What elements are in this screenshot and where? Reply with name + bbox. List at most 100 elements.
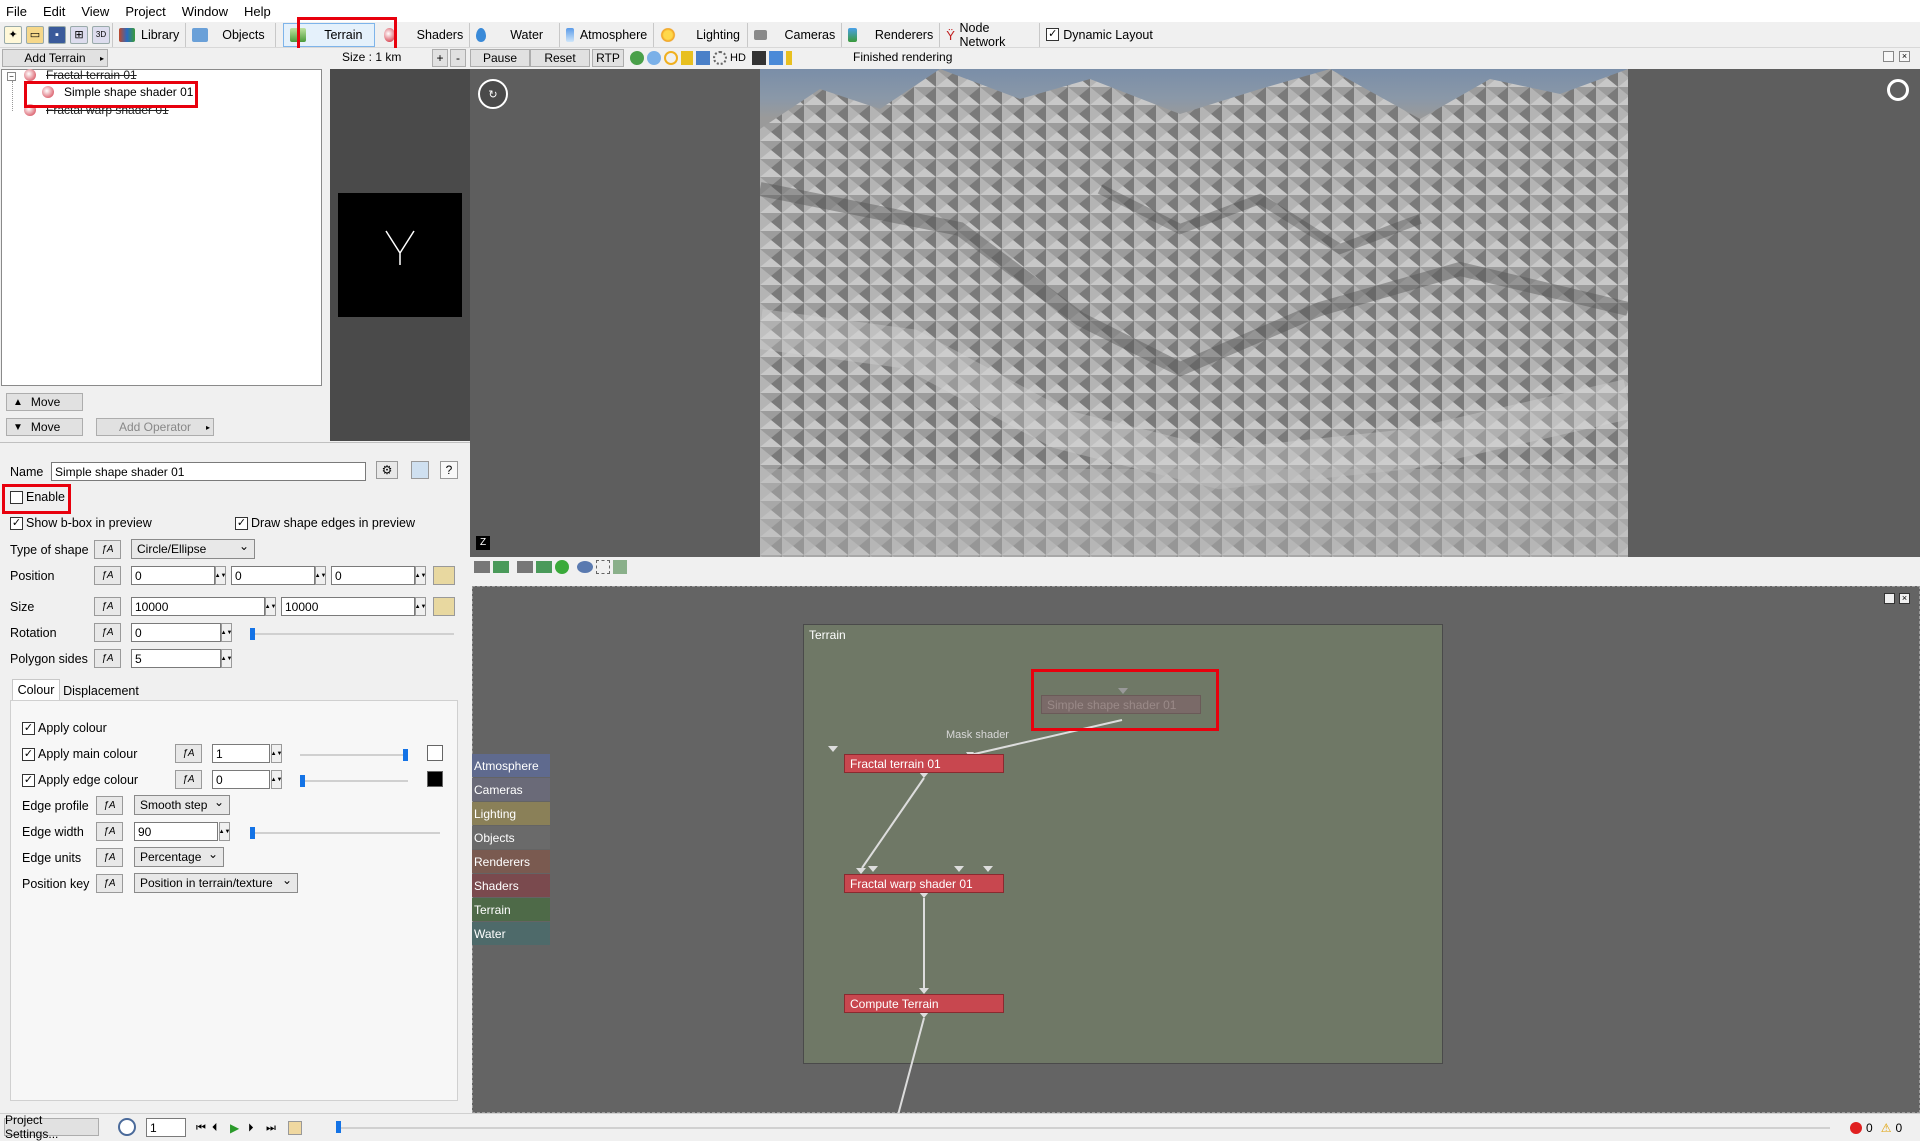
main-colour-slider-track[interactable] <box>300 754 408 756</box>
close-window-icon[interactable]: × <box>1899 51 1910 62</box>
clock-icon[interactable] <box>118 1118 136 1136</box>
tab-shaders[interactable]: Shaders <box>378 22 471 47</box>
position-x-field[interactable]: 0 <box>131 566 215 585</box>
name-field[interactable]: Simple shape shader 01 <box>51 462 366 481</box>
restore-window-icon[interactable] <box>1883 51 1894 62</box>
render-small-icon[interactable] <box>493 561 509 573</box>
category-atmosphere[interactable]: Atmosphere <box>472 754 550 777</box>
add-operator-button[interactable]: Add Operator ▸ <box>96 418 214 436</box>
tree-item-fractal-terrain[interactable]: Fractal terrain 01 <box>24 68 137 82</box>
tab-objects[interactable]: Objects <box>186 22 277 47</box>
frame-field[interactable]: 1 <box>146 1118 186 1137</box>
position-z-field[interactable]: 0 <box>331 566 415 585</box>
category-objects[interactable]: Objects <box>472 826 550 849</box>
edge-width-slider-thumb[interactable] <box>250 827 255 839</box>
rotation-function-icon[interactable]: ƒA <box>94 623 121 642</box>
close-panel-icon[interactable]: × <box>1899 593 1910 604</box>
edge-profile-dropdown[interactable]: Smooth step <box>134 795 230 815</box>
draw-edges-checkbox[interactable]: ✓ <box>235 517 248 530</box>
dynamic-layout-checkbox[interactable]: ✓ <box>1046 28 1060 41</box>
category-renderers[interactable]: Renderers <box>472 850 550 873</box>
pause-button[interactable]: Pause <box>470 49 530 67</box>
position-x-spinner[interactable]: ▲▼ <box>215 566 226 585</box>
reset-button[interactable]: Reset <box>530 49 590 67</box>
polygon-function-icon[interactable]: ƒA <box>94 649 121 668</box>
frame-icon[interactable] <box>596 560 610 574</box>
rotation-field[interactable]: 0 <box>131 623 221 642</box>
sun-gizmo-icon[interactable] <box>1887 79 1909 101</box>
menu-project[interactable]: Project <box>125 4 165 19</box>
3d-view-icon[interactable]: 3D <box>92 25 110 44</box>
polygon-sides-spinner[interactable]: ▲▼ <box>221 649 232 668</box>
hd-toggle[interactable]: HD <box>730 52 746 64</box>
position-key-dropdown[interactable]: Position in terrain/texture <box>134 873 298 893</box>
category-cameras[interactable]: Cameras <box>472 778 550 801</box>
project-settings-button[interactable]: Project Settings... <box>4 1113 99 1141</box>
position-z-spinner[interactable]: ▲▼ <box>415 566 426 585</box>
snap-icon[interactable] <box>613 560 627 574</box>
size-x-field[interactable]: 10000 <box>131 597 265 616</box>
tab-atmosphere[interactable]: Atmosphere <box>560 22 655 47</box>
node-fractal-terrain[interactable]: Fractal terrain 01 <box>844 754 1004 773</box>
menu-help[interactable]: Help <box>244 4 271 19</box>
gear-preview-icon[interactable] <box>713 51 727 65</box>
tree-item-fractal-warp[interactable]: Fractal warp shader 01 <box>24 103 169 117</box>
enable-checkbox[interactable] <box>10 491 23 504</box>
main-colour-swatch[interactable] <box>427 745 443 761</box>
rotation-spinner[interactable]: ▲▼ <box>221 623 232 642</box>
pencil-icon[interactable] <box>768 51 783 65</box>
error-icon[interactable] <box>1850 1122 1862 1134</box>
prev-frame-icon[interactable]: ⏴ <box>212 1122 230 1135</box>
position-y-field[interactable]: 0 <box>231 566 315 585</box>
settings-gear-icon[interactable]: ⚙ <box>376 461 398 479</box>
position-lock-icon[interactable] <box>433 566 455 585</box>
tab-cameras[interactable]: Cameras <box>748 22 843 47</box>
position-key-function-icon[interactable]: ƒA <box>96 874 123 893</box>
edge-width-slider-track[interactable] <box>250 832 440 834</box>
edge-colour-value-field[interactable]: 0 <box>212 770 270 789</box>
show-bbox-checkbox[interactable]: ✓ <box>10 517 23 530</box>
category-terrain[interactable]: Terrain <box>472 898 550 921</box>
type-function-icon[interactable]: ƒA <box>94 540 121 559</box>
apply-edge-colour-checkbox[interactable]: ✓ <box>22 774 35 787</box>
main-colour-spinner[interactable]: ▲▼ <box>271 744 282 763</box>
edge-colour-spinner[interactable]: ▲▼ <box>271 770 282 789</box>
edge-width-function-icon[interactable]: ƒA <box>96 822 123 841</box>
polygon-sides-field[interactable]: 5 <box>131 649 221 668</box>
menu-file[interactable]: File <box>6 4 27 19</box>
edge-colour-function-icon[interactable]: ƒA <box>175 770 202 789</box>
node-simple-shape-shader[interactable]: Simple shape shader 01 <box>1041 695 1201 714</box>
water-icon[interactable] <box>696 51 710 65</box>
refresh-icon[interactable] <box>555 560 569 574</box>
edge-colour-slider-thumb[interactable] <box>300 775 305 787</box>
camera-add-icon[interactable] <box>517 561 533 573</box>
category-shaders[interactable]: Shaders <box>472 874 550 897</box>
menu-view[interactable]: View <box>81 4 109 19</box>
splitter[interactable] <box>0 442 470 443</box>
position-function-icon[interactable]: ƒA <box>94 566 121 585</box>
apply-main-colour-checkbox[interactable]: ✓ <box>22 748 35 761</box>
size-y-spinner[interactable]: ▲▼ <box>415 597 426 616</box>
sun-outline-icon[interactable] <box>664 51 678 65</box>
cloud-icon[interactable] <box>647 51 661 65</box>
timeline-track[interactable] <box>336 1127 1830 1129</box>
add-terrain-button[interactable]: Add Terrain ▸ <box>2 49 108 67</box>
save-icon[interactable]: ▪ <box>48 25 66 44</box>
light-bulb-icon[interactable] <box>681 51 693 65</box>
first-frame-icon[interactable]: ⏮ <box>196 1122 212 1135</box>
edge-units-function-icon[interactable]: ƒA <box>96 848 123 867</box>
z-axis-icon[interactable]: Z <box>476 536 490 550</box>
tab-lighting[interactable]: Lighting <box>654 22 749 47</box>
zoom-plus-button[interactable]: + <box>432 49 448 67</box>
help-icon[interactable]: ? <box>440 461 458 479</box>
node-compute-terrain[interactable]: Compute Terrain <box>844 994 1004 1013</box>
restore-panel-icon[interactable] <box>1884 593 1895 604</box>
tab-node-network[interactable]: Ÿ Node Network <box>940 21 1041 49</box>
tab-terrain[interactable]: Terrain <box>283 22 376 47</box>
bar-icon[interactable] <box>785 51 792 65</box>
eye-icon[interactable] <box>577 561 593 573</box>
navigation-gizmo-icon[interactable]: ↻ <box>478 79 508 109</box>
move-down-button[interactable]: ▼ Move <box>6 418 83 436</box>
tab-renderers[interactable]: Renderers <box>842 22 941 47</box>
brush-icon[interactable] <box>751 51 766 65</box>
